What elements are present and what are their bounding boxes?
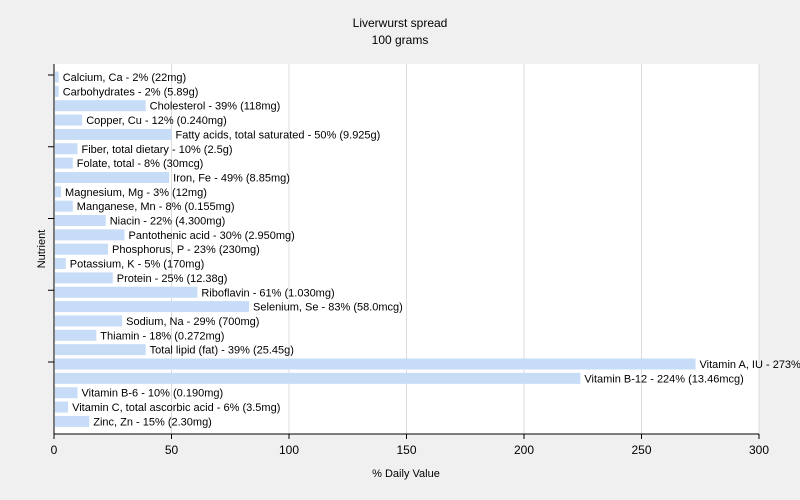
- bar-14: [55, 272, 113, 284]
- bar-2: [55, 100, 146, 112]
- x-tick-label-4: 200: [514, 443, 534, 457]
- bar-label-20: Vitamin A, IU - 273% (13636IU): [700, 359, 800, 371]
- bar-label-5: Fiber, total dietary - 10% (2.5g): [82, 144, 233, 156]
- bar-label-7: Iron, Fe - 49% (8.85mg): [173, 172, 290, 184]
- bar-4: [55, 128, 172, 140]
- bar-label-0: Calcium, Ca - 2% (22mg): [63, 72, 186, 84]
- bar-0: [55, 71, 59, 83]
- bar-label-12: Phosphorus, P - 23% (230mg): [112, 244, 260, 256]
- bar-label-1: Carbohydrates - 2% (5.89g): [63, 86, 199, 98]
- bar-7: [55, 171, 170, 183]
- bar-label-21: Vitamin B-12 - 224% (13.46mcg): [584, 373, 743, 385]
- bar-12: [55, 243, 109, 255]
- bar-label-18: Thiamin - 18% (0.272mg): [100, 330, 224, 342]
- bar-21: [55, 372, 581, 384]
- bar-22: [55, 387, 78, 399]
- bar-8: [55, 186, 62, 198]
- y-axis-title: Nutrient: [36, 230, 48, 269]
- bar-13: [55, 258, 66, 270]
- bar-label-17: Sodium, Na - 29% (700mg): [126, 316, 259, 328]
- bar-label-9: Manganese, Mn - 8% (0.155mg): [77, 201, 235, 213]
- bar-label-10: Niacin - 22% (4.300mg): [110, 216, 226, 228]
- x-tick-label-1: 50: [165, 443, 179, 457]
- bar-23: [55, 401, 69, 413]
- bar-18: [55, 329, 97, 341]
- bar-label-19: Total lipid (fat) - 39% (25.45g): [150, 345, 294, 357]
- x-tick-label-6: 300: [749, 443, 769, 457]
- bar-label-16: Selenium, Se - 83% (58.0mcg): [253, 302, 403, 314]
- bar-label-6: Folate, total - 8% (30mcg): [77, 158, 204, 170]
- x-tick-label-2: 100: [279, 443, 299, 457]
- bar-1: [55, 85, 59, 97]
- bar-label-23: Vitamin C, total ascorbic acid - 6% (3.5…: [72, 402, 280, 414]
- bar-label-3: Copper, Cu - 12% (0.240mg): [86, 115, 227, 127]
- bar-label-15: Riboflavin - 61% (1.030mg): [201, 287, 334, 299]
- bar-24: [55, 415, 90, 427]
- bar-label-4: Fatty acids, total saturated - 50% (9.92…: [176, 129, 381, 141]
- bar-6: [55, 157, 73, 169]
- bar-label-22: Vitamin B-6 - 10% (0.190mg): [82, 388, 224, 400]
- x-tick-label-3: 150: [396, 443, 416, 457]
- bar-17: [55, 315, 123, 327]
- chart-subtitle: 100 grams: [372, 33, 429, 47]
- bar-20: [55, 358, 696, 370]
- bar-label-24: Zinc, Zn - 15% (2.30mg): [93, 416, 212, 428]
- bar-11: [55, 229, 125, 241]
- bar-16: [55, 301, 250, 313]
- bar-3: [55, 114, 83, 126]
- bar-5: [55, 143, 78, 155]
- bar-label-14: Protein - 25% (12.38g): [117, 273, 228, 285]
- bar-label-13: Potassium, K - 5% (170mg): [70, 259, 205, 271]
- x-tick-label-5: 250: [631, 443, 651, 457]
- bar-10: [55, 215, 106, 226]
- bar-label-11: Pantothenic acid - 30% (2.950mg): [129, 230, 295, 242]
- bar-9: [55, 200, 73, 212]
- bar-19: [55, 344, 146, 356]
- nutrient-bar-chart: Liverwurst spread 100 grams Calcium, Ca …: [36, 16, 800, 480]
- x-axis-title: % Daily Value: [372, 468, 440, 480]
- chart-title: Liverwurst spread: [353, 16, 448, 30]
- bar-label-8: Magnesium, Mg - 3% (12mg): [65, 187, 207, 199]
- bar-label-2: Cholesterol - 39% (118mg): [150, 101, 281, 113]
- bar-15: [55, 286, 198, 298]
- x-tick-label-0: 0: [51, 443, 58, 457]
